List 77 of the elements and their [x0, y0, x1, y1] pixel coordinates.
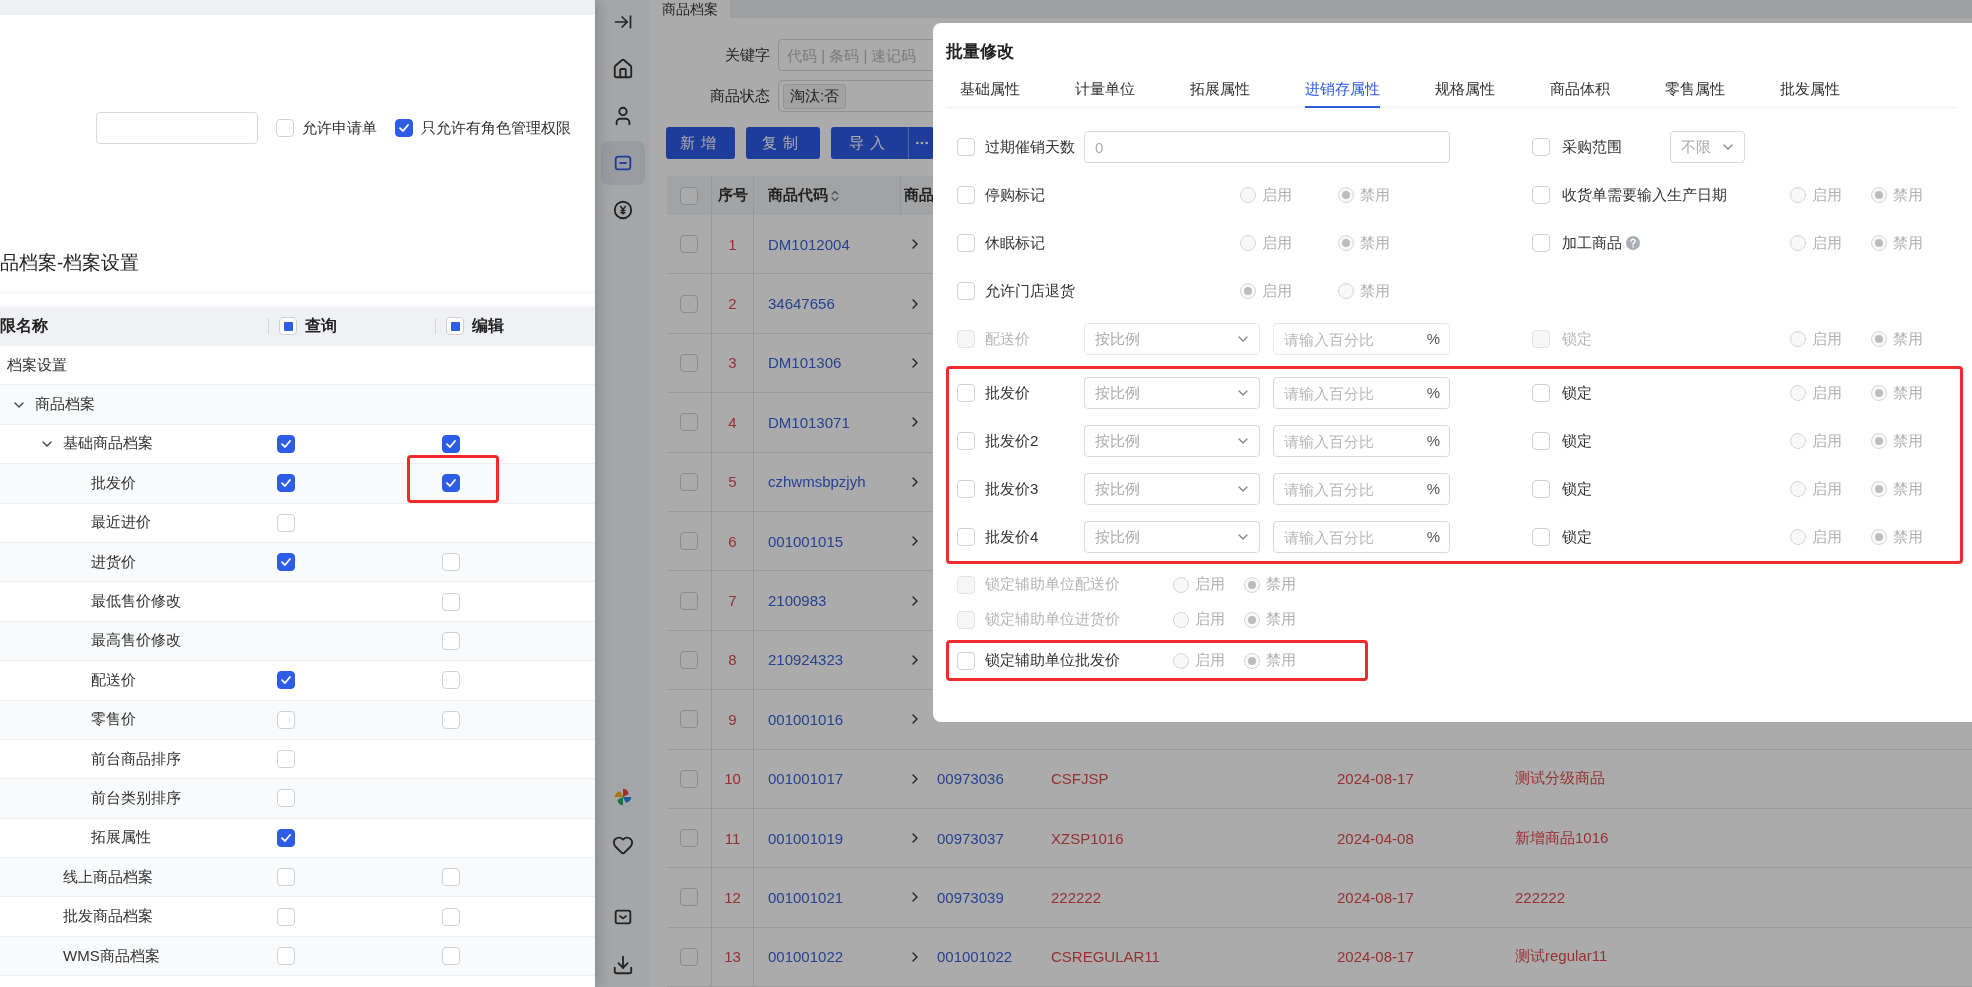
unit-label: % — [1426, 330, 1440, 347]
field-label: 采购范围 — [1562, 137, 1622, 157]
section-title: 品档案-档案设置 — [0, 250, 140, 293]
row-number: 5 — [728, 473, 737, 491]
row-number: 7 — [728, 592, 737, 610]
row-number: 2 — [728, 295, 737, 313]
row-number: 4 — [728, 413, 737, 431]
field-label: 休眠标记 — [985, 233, 1046, 253]
field-label: 批发价 — [985, 383, 1031, 403]
table-cell: 新增商品1016 — [1515, 828, 1609, 848]
option-label: 允许申请单 — [302, 118, 377, 138]
field-label: 锁定 — [1562, 479, 1592, 499]
row-number: 1 — [728, 235, 737, 253]
table-cell: 222222 — [1515, 889, 1566, 906]
field-label: 批发价2 — [985, 431, 1040, 451]
permission-name: 批发价 — [91, 473, 136, 493]
option-label: 只允许有角色管理权限 — [421, 118, 571, 138]
permission-name: 前台商品排序 — [91, 749, 181, 769]
field-label: 锁定 — [1562, 329, 1592, 349]
field-label: 锁定 — [1562, 527, 1592, 547]
filter-label: 关键字 — [724, 45, 770, 65]
table-cell: 测试regular11 — [1515, 947, 1608, 967]
field-label: 锁定 — [1562, 431, 1592, 451]
field-label: 配送价 — [985, 329, 1031, 349]
table-cell: 222222 — [1051, 889, 1102, 906]
table-cell: 测试分级商品 — [1515, 769, 1605, 789]
permission-name: 拓展属性 — [91, 828, 151, 848]
field-label: 锁定辅助单位进货价 — [985, 610, 1121, 629]
unit-label: % — [1426, 480, 1440, 497]
permission-name: 商品档案 — [35, 395, 95, 415]
column-header: 编辑 — [472, 315, 504, 336]
row-number: 8 — [728, 651, 737, 669]
permission-name: 最近进价 — [91, 513, 151, 533]
field-label: 停购标记 — [985, 185, 1046, 205]
row-number: 13 — [724, 948, 741, 966]
permission-name: 最高售价修改 — [91, 631, 181, 651]
unit-label: % — [1426, 384, 1440, 401]
permission-name: 线上商品档案 — [63, 867, 153, 887]
permission-name: 档案设置 — [7, 355, 67, 375]
column-header: 查询 — [305, 315, 337, 336]
permission-name: 零售价 — [91, 710, 136, 730]
field-label: 加工商品 — [1562, 233, 1622, 253]
field-label: 锁定 — [1562, 383, 1592, 403]
field-label: 过期催销天数 — [985, 137, 1076, 157]
permission-name: 前台类别排序 — [91, 789, 181, 808]
table-cell: CSFJSP — [1051, 770, 1109, 788]
row-number: 9 — [728, 710, 737, 728]
field-label: 收货单需要输入生产日期 — [1562, 185, 1727, 205]
table-cell: XZSP1016 — [1051, 829, 1124, 847]
table-cell: 2024-08-17 — [1337, 889, 1414, 906]
permission-name: 基础商品档案 — [63, 434, 153, 454]
row-number: 11 — [724, 829, 741, 847]
table-cell: 2024-08-17 — [1337, 770, 1414, 788]
filter-label: 商品状态 — [709, 86, 770, 106]
unit-label: % — [1426, 528, 1440, 545]
table-cell: CSREGULAR11 — [1051, 948, 1160, 966]
row-number: 6 — [728, 532, 737, 550]
field-label: 允许门店退货 — [985, 281, 1076, 301]
table-cell: 2024-08-17 — [1337, 948, 1414, 966]
permission-name: 批发商品档案 — [63, 907, 153, 927]
row-number: 10 — [724, 770, 741, 788]
row-number: 12 — [724, 889, 741, 906]
dialog-title: 批量修改 — [946, 41, 1015, 63]
field-label: 锁定辅助单位批发价 — [985, 651, 1121, 670]
row-number: 3 — [728, 354, 737, 372]
permission-name: 配送价 — [91, 670, 136, 690]
permission-name: 进货价 — [91, 552, 136, 572]
column-header: 商品 — [904, 186, 934, 205]
column-header: 序号 — [717, 186, 748, 205]
field-label: 批发价3 — [985, 479, 1040, 499]
permission-name: WMS商品档案 — [63, 946, 160, 966]
table-cell: 2024-04-08 — [1337, 829, 1414, 847]
column-header: 限名称 — [0, 315, 48, 336]
field-label: 批发价4 — [985, 527, 1040, 547]
unit-label: % — [1426, 432, 1440, 449]
permission-name: 最低售价修改 — [91, 592, 181, 612]
field-label: 锁定辅助单位配送价 — [985, 575, 1121, 594]
